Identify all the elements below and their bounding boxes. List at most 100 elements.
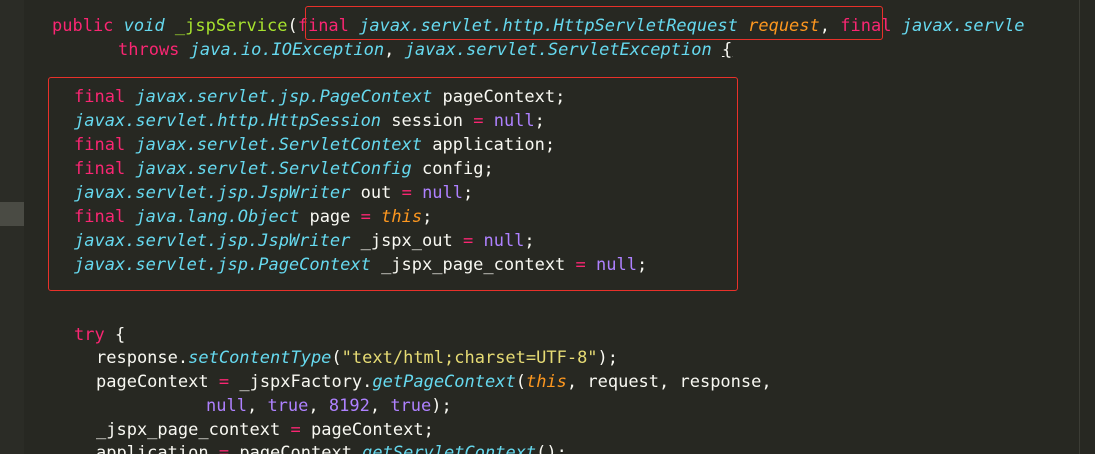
keyword-final: final	[297, 16, 349, 36]
type-name: javax.servlet.http.HttpServletRequest	[359, 16, 738, 36]
type-name: javax.servle	[901, 16, 1025, 36]
null-literal: null	[422, 183, 464, 203]
assign-operator: =	[218, 443, 230, 454]
number-literal: 8192	[328, 396, 370, 416]
this-keyword: this	[381, 207, 423, 227]
variable-name: application	[96, 443, 209, 454]
boolean-literal: true	[390, 396, 432, 416]
semicolon: ;	[524, 231, 535, 251]
code-line-application-assign: application = pageContext.getServletCont…	[96, 441, 567, 454]
assign-operator: =	[290, 420, 301, 440]
null-literal: null	[206, 396, 247, 416]
code-line-declaration: final java.lang.Object page = this;	[74, 205, 432, 229]
type-name: javax.servlet.ServletException	[404, 40, 712, 60]
assign-operator: =	[218, 372, 230, 392]
null-literal: null	[483, 231, 525, 251]
variable-name: config;	[422, 159, 494, 179]
variable-name: pageContext;	[310, 420, 434, 440]
open-brace: {	[114, 325, 126, 345]
variable-name: application;	[432, 135, 556, 155]
comma: ,	[819, 16, 831, 36]
method-call: getPageContext	[372, 372, 516, 392]
current-line-marker	[0, 202, 24, 226]
code-line-declaration: javax.servlet.http.HttpSession session =…	[74, 109, 545, 133]
variable-name: _jspx_out	[360, 231, 453, 251]
code-line-declaration: final javax.servlet.ServletConfig config…	[74, 157, 494, 181]
keyword-throws: throws	[118, 40, 180, 60]
code-editor[interactable]: public void _jspService(final javax.serv…	[0, 0, 1095, 454]
object-ref: pageContext.	[239, 443, 363, 454]
code-line-method-signature: public void _jspService(final javax.serv…	[52, 14, 1025, 38]
code-line-throws: throws java.io.IOException, javax.servle…	[118, 38, 732, 62]
type-name: java.lang.Object	[135, 207, 300, 227]
string-literal: "text/html;charset=UTF-8"	[341, 348, 598, 368]
object-ref: response.	[96, 348, 189, 368]
assign-operator: =	[462, 231, 474, 251]
method-call: getServletContext	[362, 443, 537, 454]
assign-operator: =	[360, 207, 371, 227]
method-name: _jspService	[174, 16, 288, 36]
keyword-void: void	[123, 16, 165, 36]
type-name: javax.servlet.jsp.PageContext	[74, 255, 371, 275]
method-call: setContentType	[188, 348, 332, 368]
code-line-declaration: javax.servlet.jsp.JspWriter out = null;	[74, 181, 473, 205]
close-paren: );	[431, 396, 452, 416]
code-line-declaration: javax.servlet.jsp.JspWriter _jspx_out = …	[74, 229, 535, 253]
arguments: , request, response,	[566, 372, 772, 392]
close-paren: ();	[536, 443, 567, 454]
close-paren: );	[597, 348, 619, 368]
comma: ,	[246, 396, 268, 416]
type-name: javax.servlet.jsp.PageContext	[135, 87, 433, 107]
assign-operator: =	[575, 255, 586, 275]
null-literal: null	[596, 255, 637, 275]
open-brace: {	[721, 40, 733, 60]
comma: ,	[369, 396, 391, 416]
keyword-final: final	[74, 87, 126, 107]
type-name: java.io.IOException	[189, 40, 385, 60]
this-keyword: this	[525, 372, 567, 392]
boolean-literal: true	[267, 396, 309, 416]
variable-name: _jspx_page_context	[381, 255, 566, 275]
comma: ,	[384, 40, 395, 60]
comma: ,	[308, 396, 329, 416]
editor-gutter	[0, 0, 24, 454]
keyword-final: final	[74, 135, 126, 155]
keyword-public: public	[52, 16, 114, 36]
keyword-final: final	[840, 16, 892, 36]
type-name: javax.servlet.ServletContext	[135, 135, 423, 155]
code-line-get-page-context-args: null, true, 8192, true);	[206, 394, 452, 418]
code-line-jspx-assign: _jspx_page_context = pageContext;	[96, 418, 434, 442]
object-ref: _jspxFactory.	[239, 372, 373, 392]
type-name: javax.servlet.ServletConfig	[135, 159, 412, 179]
variable-name: _jspx_page_context	[96, 420, 281, 440]
keyword-final: final	[74, 159, 126, 179]
code-line-declaration: final javax.servlet.jsp.PageContext page…	[74, 85, 565, 109]
code-line-try: try {	[74, 323, 125, 347]
semicolon: ;	[637, 255, 648, 275]
semicolon: ;	[422, 207, 433, 227]
keyword-try: try	[74, 325, 105, 345]
type-name: javax.servlet.jsp.JspWriter	[74, 183, 351, 203]
editor-right-edge	[1079, 0, 1080, 454]
type-name: javax.servlet.http.HttpSession	[74, 111, 382, 131]
variable-name: session	[391, 111, 463, 131]
variable-name: pageContext;	[442, 87, 566, 107]
variable-name: pageContext	[96, 372, 209, 392]
code-line-set-content-type: response.setContentType("text/html;chars…	[96, 346, 618, 370]
open-paren: (	[331, 348, 342, 368]
assign-operator: =	[473, 111, 484, 131]
open-paren: (	[287, 16, 298, 36]
open-paren: (	[515, 372, 526, 392]
semicolon: ;	[534, 111, 545, 131]
keyword-final: final	[74, 207, 126, 227]
code-line-declaration: javax.servlet.jsp.PageContext _jspx_page…	[74, 253, 647, 277]
code-line-get-page-context: pageContext = _jspxFactory.getPageContex…	[96, 370, 772, 394]
variable-name: page	[309, 207, 351, 227]
param-name: request	[748, 16, 820, 36]
assign-operator: =	[401, 183, 412, 203]
code-line-declaration: final javax.servlet.ServletContext appli…	[74, 133, 555, 157]
null-literal: null	[493, 111, 535, 131]
semicolon: ;	[463, 183, 474, 203]
type-name: javax.servlet.jsp.JspWriter	[74, 231, 351, 251]
variable-name: out	[360, 183, 392, 203]
